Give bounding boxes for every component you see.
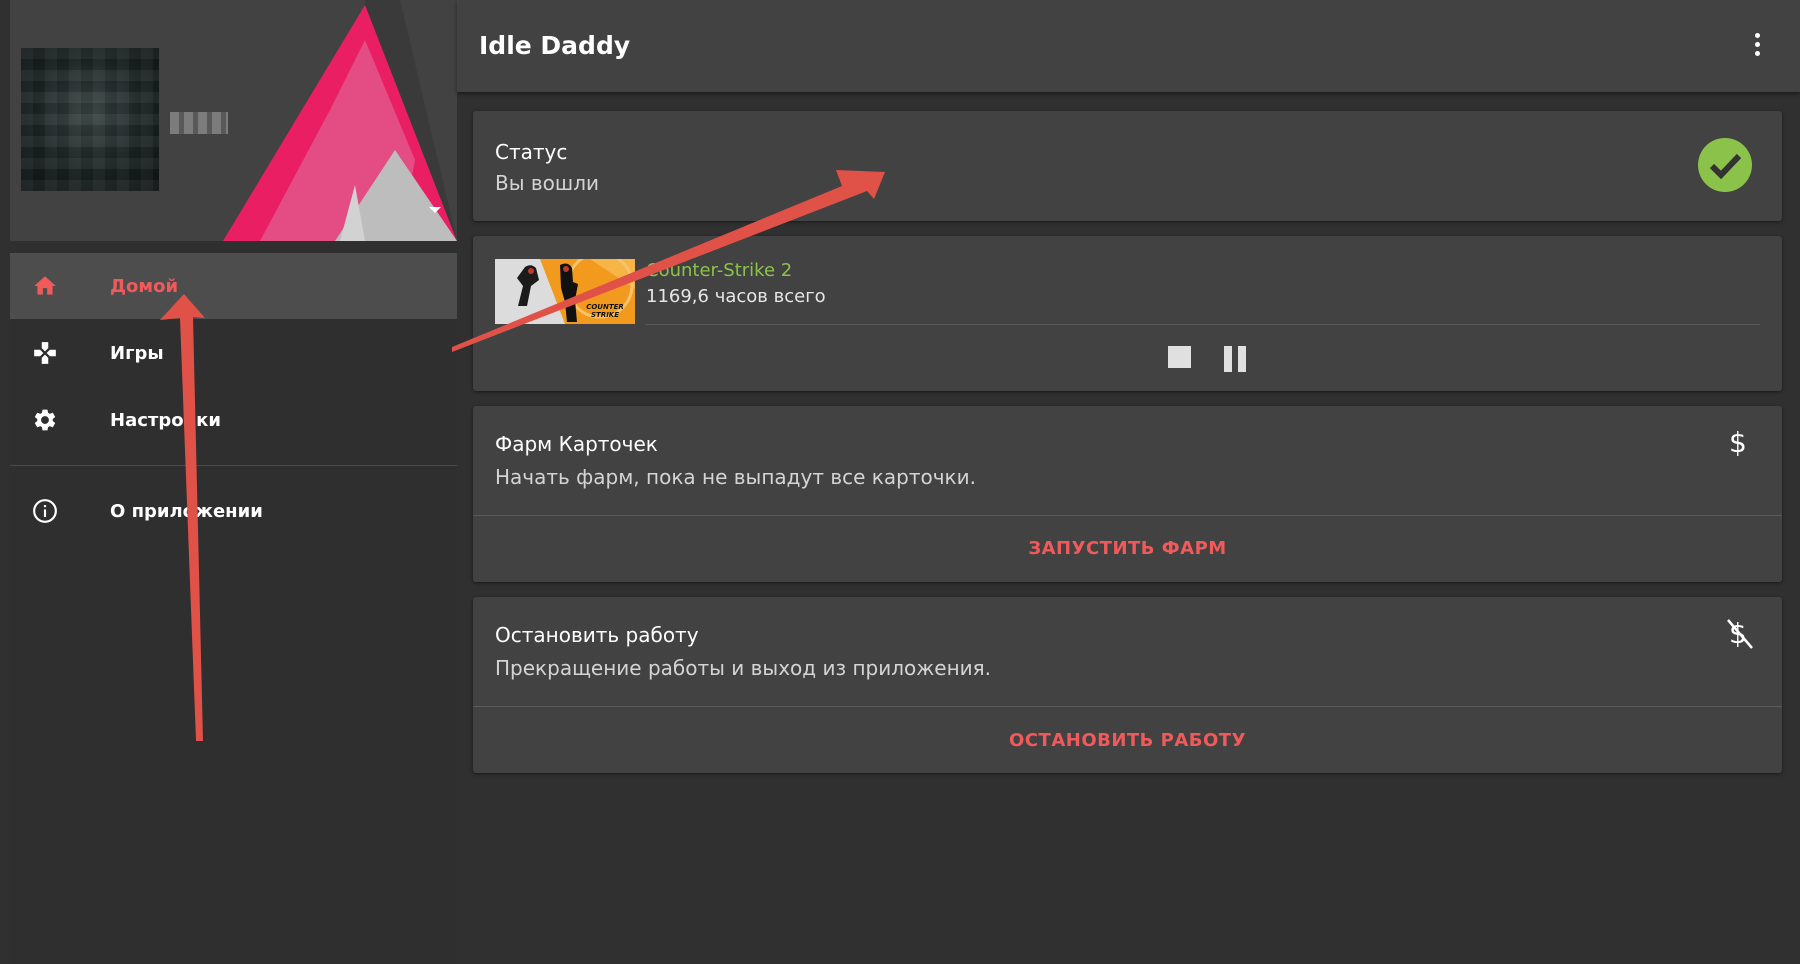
drawer-header: user bbox=[10, 0, 457, 241]
info-icon bbox=[33, 499, 57, 523]
app-title: Idle Daddy bbox=[479, 31, 631, 60]
stop-title: Остановить работу bbox=[495, 623, 699, 647]
farm-card: Фарм Карточек Начать фарм, пока не выпад… bbox=[473, 406, 1782, 582]
nav-item-settings[interactable]: Настройки bbox=[10, 387, 457, 453]
stop-icon[interactable] bbox=[1168, 346, 1191, 368]
farm-subtitle: Начать фарм, пока не выпадут все карточк… bbox=[495, 465, 976, 489]
navigation-drawer: user Домой Игры Настройки О приложении bbox=[10, 0, 457, 964]
nav-label-settings: Настройки bbox=[110, 409, 222, 431]
game-divider bbox=[646, 324, 1760, 325]
start-farm-button[interactable]: ЗАПУСТИТЬ ФАРМ bbox=[473, 538, 1782, 559]
username: user bbox=[170, 112, 228, 134]
gamepad-icon bbox=[34, 342, 56, 364]
gear-icon bbox=[34, 409, 56, 431]
status-subtitle: Вы вошли bbox=[495, 171, 599, 195]
check-circle-icon bbox=[1698, 138, 1752, 192]
more-options-icon[interactable] bbox=[1754, 33, 1762, 61]
game-name[interactable]: Counter-Strike 2 bbox=[646, 260, 792, 281]
home-icon bbox=[34, 276, 56, 295]
avatar[interactable] bbox=[21, 48, 159, 191]
money-off-icon: $ bbox=[1727, 617, 1753, 650]
game-thumb-logo: COUNTER STRIKE bbox=[586, 303, 624, 319]
nav-item-home[interactable]: Домой bbox=[10, 253, 457, 319]
game-card: COUNTER STRIKE Counter-Strike 2 1169,6 ч… bbox=[473, 236, 1782, 391]
game-thumbnail[interactable]: COUNTER STRIKE bbox=[495, 259, 635, 324]
game-hours: 1169,6 часов всего bbox=[646, 286, 826, 307]
status-title: Статус bbox=[495, 140, 568, 164]
nav-item-about[interactable]: О приложении bbox=[10, 478, 457, 544]
nav-label-games: Игры bbox=[110, 342, 164, 364]
stop-divider bbox=[473, 706, 1782, 707]
drawer-divider bbox=[10, 465, 457, 466]
stop-card: Остановить работу Прекращение работы и в… bbox=[473, 597, 1782, 773]
farm-title: Фарм Карточек bbox=[495, 432, 658, 456]
stop-subtitle: Прекращение работы и выход из приложения… bbox=[495, 656, 992, 680]
account-dropdown-icon[interactable] bbox=[429, 207, 441, 213]
nav-label-about: О приложении bbox=[110, 500, 263, 522]
farm-divider bbox=[473, 515, 1782, 516]
pause-icon[interactable] bbox=[1224, 346, 1248, 372]
stop-work-button[interactable]: ОСТАНОВИТЬ РАБОТУ bbox=[473, 730, 1782, 751]
nav-item-games[interactable]: Игры bbox=[10, 320, 457, 386]
status-card: Статус Вы вошли bbox=[473, 111, 1782, 221]
app-bar: Idle Daddy bbox=[457, 0, 1800, 92]
nav-label-home: Домой bbox=[110, 275, 179, 297]
dollar-icon: $ bbox=[1729, 426, 1747, 459]
